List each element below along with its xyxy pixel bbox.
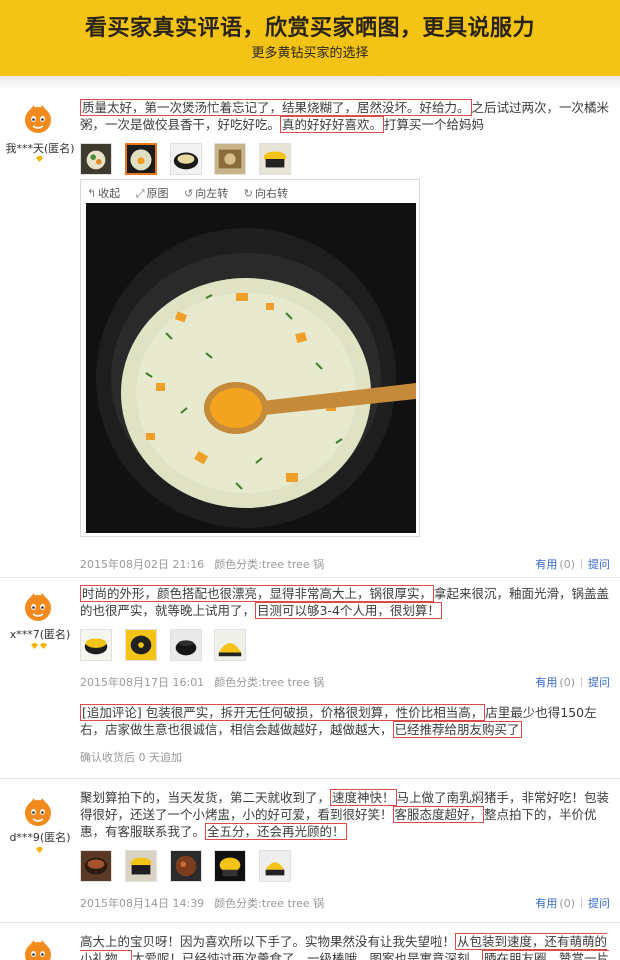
reviewer-name: 我***天(匿名): [5, 142, 75, 155]
review-variant: 颜色分类:tree tree 锅: [214, 558, 325, 571]
useful-button[interactable]: 有用: [535, 676, 557, 689]
highlight-text: [追加评论] 包装很严实，拆开无任何破损，价格很划算，性价比相当高，: [80, 704, 486, 721]
expand-icon: ⤢: [135, 187, 145, 200]
photo-viewer-toolbar: ↰ 收起 ⤢ 原图 ↺ 向左转 ↻ 向右转: [87, 185, 300, 201]
photo-thumbnail[interactable]: [169, 629, 202, 661]
appended-review: [追加评论] 包装很严实，拆开无任何破损，价格很划算，性价比相当高， 店里最少也得…: [80, 704, 612, 738]
photo-thumbnail[interactable]: [80, 850, 112, 882]
original-image-button[interactable]: ⤢ 原图: [136, 185, 169, 201]
review-date: 2015年08月14日 14:39: [80, 897, 205, 910]
photo-thumbnail[interactable]: [80, 143, 112, 175]
review-content: 时尚的外形，颜色搭配也很漂亮，显得非常高大上，锅很厚实， 拿起来很沉，釉面光滑，锅…: [80, 585, 612, 619]
photo-thumbnail[interactable]: [214, 850, 247, 882]
avatar-icon[interactable]: [20, 589, 56, 625]
avatar-icon[interactable]: [20, 936, 56, 960]
highlight-text: 已经推荐给朋友购买了: [392, 721, 522, 738]
review-actions: 有用 (0) 提问: [535, 674, 610, 690]
diamond-icon: [35, 156, 43, 162]
review-variant: 颜色分类:tree tree 锅: [214, 676, 325, 689]
highlight-text: 客服态度超好，: [392, 806, 485, 823]
review-variant: 颜色分类:tree tree 锅: [214, 897, 325, 910]
divider: [0, 778, 620, 779]
review-date: 2015年08月02日 21:16: [80, 558, 205, 571]
ask-button[interactable]: 提问: [588, 897, 610, 910]
vip-diamonds: [0, 847, 78, 853]
review-photo: [86, 203, 416, 533]
avatar-icon[interactable]: [20, 101, 56, 137]
promo-banner: 看买家真实评语，欣赏买家晒图，更具说服力 更多黄钻买家的选择: [0, 0, 620, 76]
rotate-left-icon: ↺: [184, 187, 194, 200]
highlight-text: 全五分，还会再光顾的！: [205, 823, 347, 840]
review-meta: 2015年08月17日 16:01 颜色分类:tree tree 锅: [80, 674, 324, 690]
banner-subtitle: 更多黄钻买家的选择: [251, 46, 369, 61]
review-text: 聚划算拍下的，当天发货，第二天就收到了，: [80, 790, 331, 805]
highlight-text: 时尚的外形，颜色搭配也很漂亮，显得非常高大上，锅很厚实，: [80, 585, 435, 602]
review-actions: 有用 (0) 提问: [535, 556, 610, 572]
banner-title: 看买家真实评语，欣赏买家晒图，更具说服力: [84, 16, 535, 41]
collapse-button[interactable]: ↰ 收起: [87, 185, 120, 201]
review-text: 太爱呢！已经炖过两次羹食了，一级棒哦。图案也是寓意深刻，: [132, 951, 483, 960]
reviewer-name: d***9(匿名): [9, 831, 71, 844]
review-content: 质量太好，第一次煲汤忙着忘记了，结果烧糊了，居然没坏。好给力。 之后试过两次，一次…: [80, 99, 612, 133]
divider: [0, 922, 620, 923]
divider: [0, 577, 620, 578]
photo-thumbnail[interactable]: [169, 143, 202, 175]
banner-shadow: [0, 76, 620, 90]
review-meta: 2015年08月02日 21:16 颜色分类:tree tree 锅: [80, 556, 324, 572]
useful-count: (0): [559, 897, 575, 910]
diamond-icon: [35, 847, 43, 853]
photo-thumbnail[interactable]: [80, 629, 112, 661]
avatar-icon[interactable]: [20, 794, 56, 830]
photo-thumbnails: [80, 850, 300, 884]
useful-button[interactable]: 有用: [535, 558, 557, 571]
photo-thumbnail[interactable]: [169, 850, 202, 882]
photo-thumbnails: [80, 629, 255, 663]
rotate-left-button[interactable]: ↺ 向左转: [184, 185, 228, 201]
append-meta: 确认收货后 0 天追加: [80, 751, 182, 764]
review-meta: 2015年08月14日 14:39 颜色分类:tree tree 锅: [80, 895, 324, 911]
useful-count: (0): [559, 676, 575, 689]
vip-diamonds: [0, 156, 78, 162]
rotate-right-icon: ↻: [243, 187, 253, 200]
photo-thumbnail[interactable]: [214, 629, 247, 661]
photo-thumbnail[interactable]: [259, 850, 292, 882]
review-actions: 有用 (0) 提问: [535, 895, 610, 911]
review-content: 聚划算拍下的，当天发货，第二天就收到了， 速度神快！ 马上做了南乳焖猪手，非常好吃！…: [80, 789, 612, 840]
photo-thumbnail[interactable]: [259, 143, 292, 175]
photo-thumbnail[interactable]: [124, 629, 157, 661]
reviewer-name: x***7(匿名): [9, 628, 71, 641]
review-text: 高大上的宝贝呀！因为喜欢所以下手了。实物果然没有让我失望啦！: [80, 934, 456, 949]
useful-count: (0): [559, 558, 575, 571]
photo-viewer: ↰ 收起 ⤢ 原图 ↺ 向左转 ↻ 向右转: [80, 179, 420, 537]
review-content: 高大上的宝贝呀！因为喜欢所以下手了。实物果然没有让我失望啦！ 从包装到速度，还有萌…: [80, 933, 612, 960]
highlight-text: 目测可以够3-4个人用，很划算！: [255, 602, 442, 619]
vip-diamonds: [0, 643, 78, 649]
review-text: 打算买一个给妈妈: [384, 117, 485, 132]
highlight-text: 速度神快！: [330, 789, 397, 806]
diamond-icon: [31, 643, 38, 649]
photo-thumbnail-selected[interactable]: [124, 143, 157, 175]
highlight-text: 质量太好，第一次煲汤忙着忘记了，结果烧糊了，居然没坏。好给力。: [80, 99, 472, 116]
photo-thumbnail[interactable]: [214, 143, 247, 175]
collapse-icon: ↰: [87, 187, 97, 200]
review-date: 2015年08月17日 16:01: [80, 676, 205, 689]
ask-button[interactable]: 提问: [588, 676, 610, 689]
photo-thumbnails: [80, 143, 300, 177]
ask-button[interactable]: 提问: [588, 558, 610, 571]
diamond-icon: [40, 643, 47, 649]
useful-button[interactable]: 有用: [535, 897, 557, 910]
highlight-text: 真的好好好喜欢。: [280, 116, 385, 133]
rotate-right-button[interactable]: ↻ 向右转: [244, 185, 288, 201]
photo-thumbnail[interactable]: [124, 850, 157, 882]
